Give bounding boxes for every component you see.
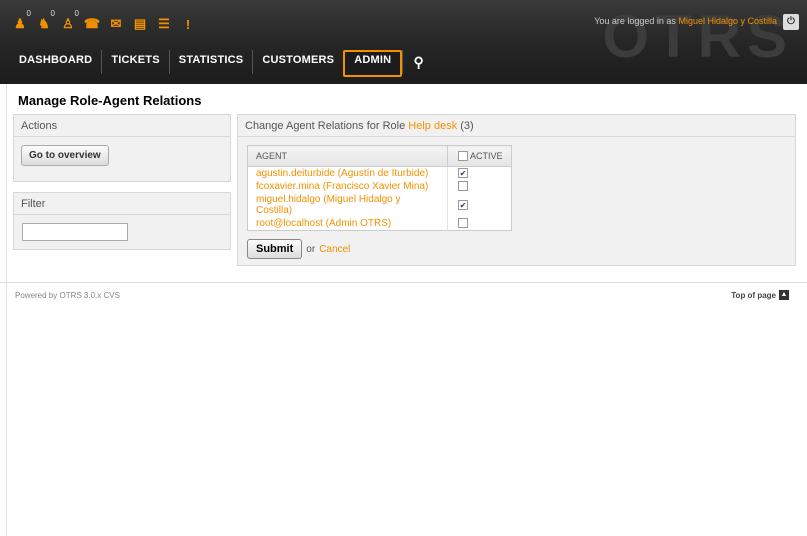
toolbar: ♟ 0 ♞ 0 ♙ 0 ☎ ✉ ▤ ☰ !: [10, 9, 198, 36]
role-link[interactable]: Help desk: [408, 120, 457, 132]
relations-header-prefix: Change Agent Relations for Role: [245, 120, 406, 132]
table-row: agustin.deiturbide (Agustín de Iturbide)…: [248, 166, 512, 181]
active-label: ACTIVE: [470, 150, 503, 161]
top-of-page-label: Top of page: [731, 290, 776, 300]
login-info: You are logged in as Miguel Hidalgo y Co…: [594, 16, 777, 26]
agent-link[interactable]: fcoxavier.mina (Francisco Xavier Mina): [248, 180, 448, 193]
watched-tickets-icon[interactable]: ♞ 0: [34, 9, 55, 34]
cancel-link[interactable]: Cancel: [319, 244, 350, 255]
responsible-count-badge: 0: [74, 9, 79, 18]
left-rail-divider: [6, 84, 7, 536]
agent-table: AGENT ACTIVE agustin.deiturbide (Agustín…: [247, 145, 512, 231]
active-cell: ✔: [447, 193, 512, 217]
phone-ticket-icon[interactable]: ☎: [82, 14, 102, 34]
nav-tickets[interactable]: TICKETS: [101, 50, 168, 74]
nav-statistics[interactable]: STATISTICS: [168, 50, 253, 74]
nav-dashboard[interactable]: DASHBOARD: [10, 50, 101, 74]
footer-divider: [0, 282, 807, 283]
agent-relations-box: Change Agent Relations for Role Help des…: [237, 114, 796, 266]
agent-link[interactable]: root@localhost (Admin OTRS): [248, 217, 448, 231]
email-ticket-icon[interactable]: ✉: [106, 14, 126, 34]
top-of-page-link[interactable]: Top of page ▲: [731, 290, 789, 300]
active-cell: ✔: [447, 166, 512, 180]
search-icon[interactable]: ⚲: [402, 50, 434, 74]
filter-input[interactable]: [22, 223, 128, 241]
locked-tickets-icon[interactable]: ♟ 0: [10, 9, 31, 34]
queue-view-icon[interactable]: ▤: [130, 14, 150, 34]
nav-customers[interactable]: CUSTOMERS: [252, 50, 343, 74]
active-checkbox[interactable]: [458, 218, 468, 229]
active-cell: [447, 180, 512, 193]
watched-count-badge: 0: [50, 9, 55, 18]
login-prefix: You are logged in as: [594, 16, 676, 26]
go-to-overview-button[interactable]: Go to overview: [21, 145, 109, 166]
table-row: miguel.hidalgo (Miguel Hidalgo y Costill…: [248, 193, 512, 217]
column-header-agent: AGENT: [247, 145, 448, 167]
responsible-tickets-icon[interactable]: ♙ 0: [58, 9, 79, 34]
table-row: root@localhost (Admin OTRS): [248, 217, 512, 231]
actions-header: Actions: [14, 115, 230, 137]
logout-icon[interactable]: ⏻: [783, 14, 799, 30]
main-nav: DASHBOARD TICKETS STATISTICS CUSTOMERS A…: [10, 50, 434, 78]
locked-count-badge: 0: [26, 9, 31, 18]
table-row: fcoxavier.mina (Francisco Xavier Mina): [248, 180, 512, 193]
filter-box: Filter: [13, 192, 231, 250]
relations-count: (3): [460, 120, 474, 132]
active-checkbox[interactable]: ✔: [458, 199, 468, 210]
filter-header: Filter: [14, 193, 230, 215]
agent-link[interactable]: agustin.deiturbide (Agustín de Iturbide): [248, 167, 448, 181]
escalation-view-icon[interactable]: !: [178, 14, 198, 34]
agent-link[interactable]: miguel.hidalgo (Miguel Hidalgo y Costill…: [248, 193, 448, 217]
submit-button[interactable]: Submit: [247, 239, 303, 259]
otrs-logo: OTRS: [602, 3, 793, 70]
nav-admin[interactable]: ADMIN: [343, 50, 403, 77]
select-all-active-checkbox[interactable]: [458, 151, 468, 162]
page-title: Manage Role-Agent Relations: [18, 93, 202, 108]
user-name-link[interactable]: Miguel Hidalgo y Costilla: [678, 16, 777, 26]
active-checkbox[interactable]: [458, 181, 468, 192]
or-text: or: [306, 243, 316, 255]
header-bar: OTRS ♟ 0 ♞ 0 ♙ 0 ☎ ✉ ▤ ☰ ! You are logged i…: [0, 0, 807, 84]
relations-header: Change Agent Relations for Role Help des…: [238, 115, 795, 137]
status-view-icon[interactable]: ☰: [154, 14, 174, 34]
active-checkbox[interactable]: ✔: [458, 168, 468, 179]
submit-row: Submit or Cancel: [247, 239, 350, 259]
arrow-up-icon: ▲: [779, 290, 789, 300]
actions-box: Actions Go to overview: [13, 114, 231, 182]
column-header-active: ACTIVE: [447, 145, 512, 167]
powered-by-text: Powered by OTRS 3.0.x CVS: [15, 291, 120, 300]
active-cell: [447, 217, 512, 231]
